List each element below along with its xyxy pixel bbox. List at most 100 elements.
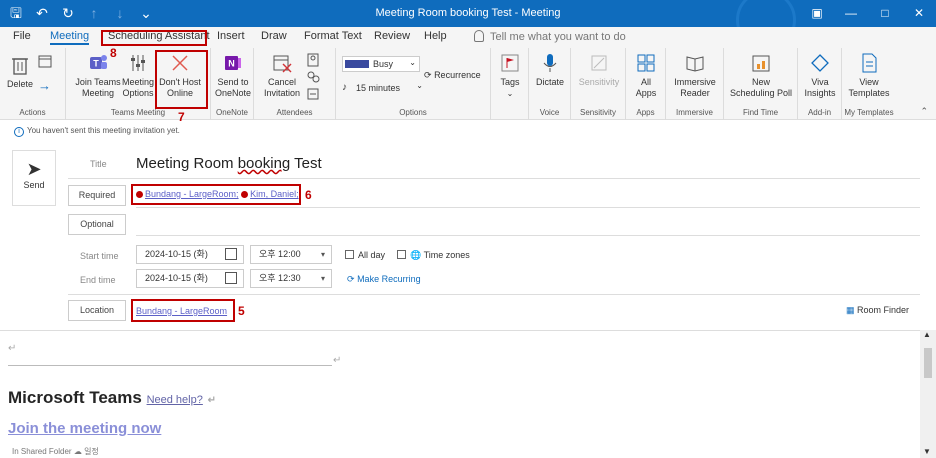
- title-value-c: Test: [290, 155, 322, 172]
- sensitivity-button[interactable]: Sensitivity: [574, 52, 624, 88]
- onenote-label-2: OneNote: [214, 88, 252, 98]
- start-date-picker[interactable]: 2024-10-15 (화): [136, 245, 244, 264]
- end-date-value: 2024-10-15 (화): [145, 273, 208, 283]
- group-label-attendees: Attendees: [276, 108, 313, 117]
- paragraph-mark: ↵: [207, 395, 216, 406]
- check-names-icon[interactable]: [306, 70, 320, 84]
- send-button[interactable]: ➤ Send: [12, 150, 56, 206]
- templates-label-2: Templates: [848, 88, 890, 98]
- new-scheduling-poll-button[interactable]: New Scheduling Poll: [728, 52, 794, 99]
- teams-icon: T: [90, 55, 107, 69]
- group-actions: Delete → Actions: [0, 48, 66, 120]
- all-apps-button[interactable]: All Apps: [629, 52, 663, 99]
- send-label: Send: [23, 180, 45, 190]
- highlight-dont-host-online: [155, 50, 208, 109]
- tab-help[interactable]: Help: [424, 30, 447, 42]
- highlight-location: [131, 299, 235, 322]
- meeting-options-button[interactable]: Meeting Options: [120, 52, 156, 99]
- tab-format-text[interactable]: Format Text: [304, 30, 362, 42]
- chevron-down-icon: ⌄: [409, 58, 416, 67]
- recurrence-button[interactable]: ⟳ Recurrence: [424, 70, 481, 81]
- recurrence-label: Recurrence: [434, 70, 481, 80]
- tell-me-search[interactable]: Tell me what you want to do: [474, 30, 626, 43]
- info-icon: i: [14, 127, 24, 137]
- send-to-onenote-button[interactable]: N Send to OneNote: [213, 52, 253, 99]
- make-recurring-link[interactable]: ⟳ Make Recurring: [347, 274, 421, 285]
- apps-label-2: Apps: [635, 88, 657, 98]
- delete-label: Delete: [6, 79, 33, 89]
- flag-icon: [501, 54, 519, 72]
- end-time-dropdown[interactable]: 오후 12:30 ▾: [250, 269, 332, 288]
- highlight-required-attendees: [131, 184, 301, 205]
- status-folder: In Shared Folder: [12, 447, 72, 456]
- minimize-icon[interactable]: —: [834, 0, 868, 27]
- show-as-dropdown[interactable]: Busy ⌄: [342, 56, 420, 72]
- poll-label-1: New: [751, 77, 770, 87]
- all-day-checkbox[interactable]: All day: [345, 250, 385, 260]
- teams-heading-text: Microsoft Teams: [8, 388, 142, 407]
- dictate-button[interactable]: Dictate: [533, 52, 567, 88]
- join-meeting-link[interactable]: Join the meeting now: [8, 420, 161, 437]
- tab-insert[interactable]: Insert: [217, 30, 245, 42]
- scroll-thumb[interactable]: [924, 348, 932, 378]
- scroll-down-icon[interactable]: ▼: [923, 447, 931, 456]
- tab-file[interactable]: File: [13, 30, 31, 42]
- location-button[interactable]: Location: [68, 300, 126, 321]
- start-time-dropdown[interactable]: 오후 12:00 ▾: [250, 245, 332, 264]
- calendar-small-icon[interactable]: [38, 54, 52, 68]
- immersive-reader-button[interactable]: Immersive Reader: [670, 52, 720, 99]
- time-zones-label: Time zones: [423, 250, 470, 260]
- svg-text:T: T: [93, 59, 99, 69]
- globe-icon: 🌐: [410, 250, 422, 260]
- tab-draw[interactable]: Draw: [261, 30, 287, 42]
- delete-button[interactable]: Delete: [4, 54, 36, 90]
- room-finder-button[interactable]: ▦ Room Finder: [846, 305, 909, 316]
- apps-label-1: All: [640, 77, 651, 87]
- required-button[interactable]: Required: [68, 185, 126, 206]
- info-text: You haven't sent this meeting invitation…: [27, 126, 180, 135]
- view-templates-button[interactable]: View Templates: [845, 52, 893, 99]
- immersive-label-2: Reader: [680, 88, 710, 98]
- collapse-ribbon-icon[interactable]: ⌃: [920, 106, 928, 117]
- scroll-up-icon[interactable]: ▲: [923, 330, 931, 339]
- recurrence-icon: ⟳: [424, 70, 432, 80]
- tags-button[interactable]: Tags ⌄: [495, 52, 525, 99]
- annotation-6: 6: [305, 188, 312, 202]
- group-apps: All Apps Apps: [626, 48, 666, 120]
- tab-review[interactable]: Review: [374, 30, 410, 42]
- tab-meeting[interactable]: Meeting: [50, 30, 90, 45]
- all-day-label: All day: [358, 250, 386, 260]
- highlight-scheduling-assistant: [101, 30, 207, 46]
- address-book-icon[interactable]: [306, 53, 320, 67]
- group-find-time: New Scheduling Poll Find Time: [724, 48, 798, 120]
- title-input[interactable]: Meeting Room booking Test: [136, 155, 322, 172]
- viva-insights-button[interactable]: Viva Insights: [801, 52, 839, 99]
- response-options-icon[interactable]: [306, 87, 320, 101]
- chevron-down-icon: ▾: [320, 274, 325, 283]
- group-sensitivity: Sensitivity Sensitivity: [571, 48, 626, 120]
- scheduling-poll-icon: [752, 55, 770, 72]
- immersive-reader-icon: [686, 56, 704, 72]
- forward-icon[interactable]: →: [38, 78, 51, 93]
- reminder-dropdown[interactable]: ♪ 15 minutes ⌄: [342, 80, 426, 96]
- close-icon[interactable]: ✕: [902, 0, 936, 27]
- tell-me-text: Tell me what you want to do: [490, 31, 626, 43]
- microphone-icon: [543, 54, 557, 72]
- group-label-add-in: Add-in: [807, 108, 832, 117]
- vertical-scrollbar[interactable]: ▲ ▼: [920, 330, 936, 458]
- viva-label-2: Insights: [804, 88, 836, 98]
- bell-icon: ♪: [342, 82, 347, 93]
- optional-button[interactable]: Optional: [68, 214, 126, 235]
- join-label-1: Join Teams: [75, 77, 121, 87]
- body-separator: [8, 365, 332, 366]
- group-label-templates: My Templates: [844, 108, 894, 117]
- apps-grid-icon: [637, 54, 655, 72]
- end-date-picker[interactable]: 2024-10-15 (화): [136, 269, 244, 288]
- viva-insights-icon: [811, 54, 829, 72]
- need-help-link[interactable]: Need help?: [147, 394, 203, 406]
- cancel-invitation-button[interactable]: Cancel Invitation: [260, 52, 304, 99]
- ribbon-display-icon[interactable]: ▣: [800, 0, 834, 27]
- reminder-value: 15 minutes: [356, 83, 401, 93]
- maximize-icon[interactable]: □: [868, 0, 902, 27]
- time-zones-checkbox[interactable]: 🌐 Time zones: [397, 250, 470, 261]
